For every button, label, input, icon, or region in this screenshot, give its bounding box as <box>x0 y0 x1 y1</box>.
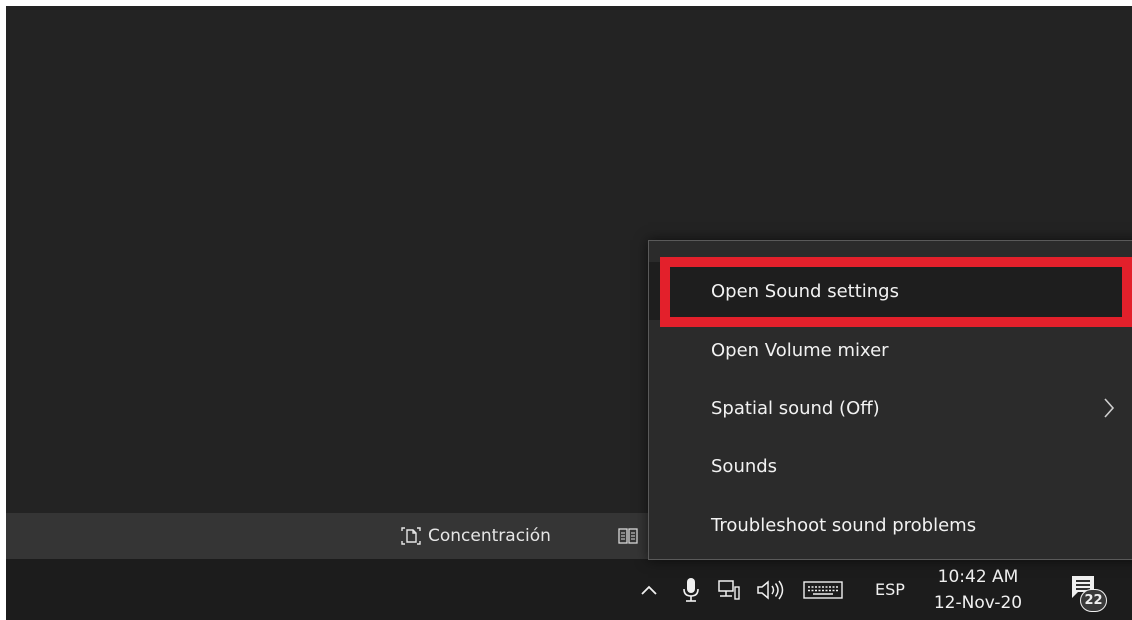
menu-item-label: Sounds <box>711 455 778 477</box>
network-icon[interactable] <box>712 559 746 620</box>
clock-time: 10:42 AM <box>937 566 1019 587</box>
chevron-right-icon <box>1104 398 1115 418</box>
sound-context-menu: Open Sound settings Open Volume mixer Sp… <box>648 240 1132 560</box>
menu-item-label: Troubleshoot sound problems <box>711 514 977 536</box>
focus-mode-label: Concentración <box>428 526 551 546</box>
menu-item-open-sound-settings[interactable]: Open Sound settings <box>649 262 1132 320</box>
menu-item-label: Spatial sound (Off) <box>711 397 880 419</box>
menu-item-spatial-sound[interactable]: Spatial sound (Off) <box>649 379 1132 437</box>
chevron-up-icon[interactable] <box>632 559 666 620</box>
notification-count-badge: 22 <box>1080 589 1107 612</box>
menu-item-label: Open Sound settings <box>711 280 899 302</box>
speaker-icon[interactable] <box>752 559 790 620</box>
menu-item-label: Open Volume mixer <box>711 339 889 361</box>
focus-mode-button[interactable]: Concentración <box>400 524 551 548</box>
desktop: Concentración ESP 10:42 AM 12-Nov-20 22 … <box>6 6 1132 620</box>
keyboard-icon[interactable] <box>796 559 850 620</box>
menu-item-troubleshoot[interactable]: Troubleshoot sound problems <box>649 496 1132 554</box>
language-indicator[interactable]: ESP <box>868 559 912 620</box>
clock[interactable]: 10:42 AM 12-Nov-20 <box>928 559 1028 620</box>
book-icon[interactable] <box>618 527 638 545</box>
focus-mode-icon <box>400 526 422 546</box>
clock-date: 12-Nov-20 <box>933 592 1023 613</box>
menu-item-open-volume-mixer[interactable]: Open Volume mixer <box>649 321 1132 379</box>
notification-center-button[interactable]: 22 <box>1062 559 1108 620</box>
microphone-icon[interactable] <box>676 559 706 620</box>
menu-item-sounds[interactable]: Sounds <box>649 437 1132 495</box>
taskbar: ESP 10:42 AM 12-Nov-20 22 <box>6 559 1132 620</box>
